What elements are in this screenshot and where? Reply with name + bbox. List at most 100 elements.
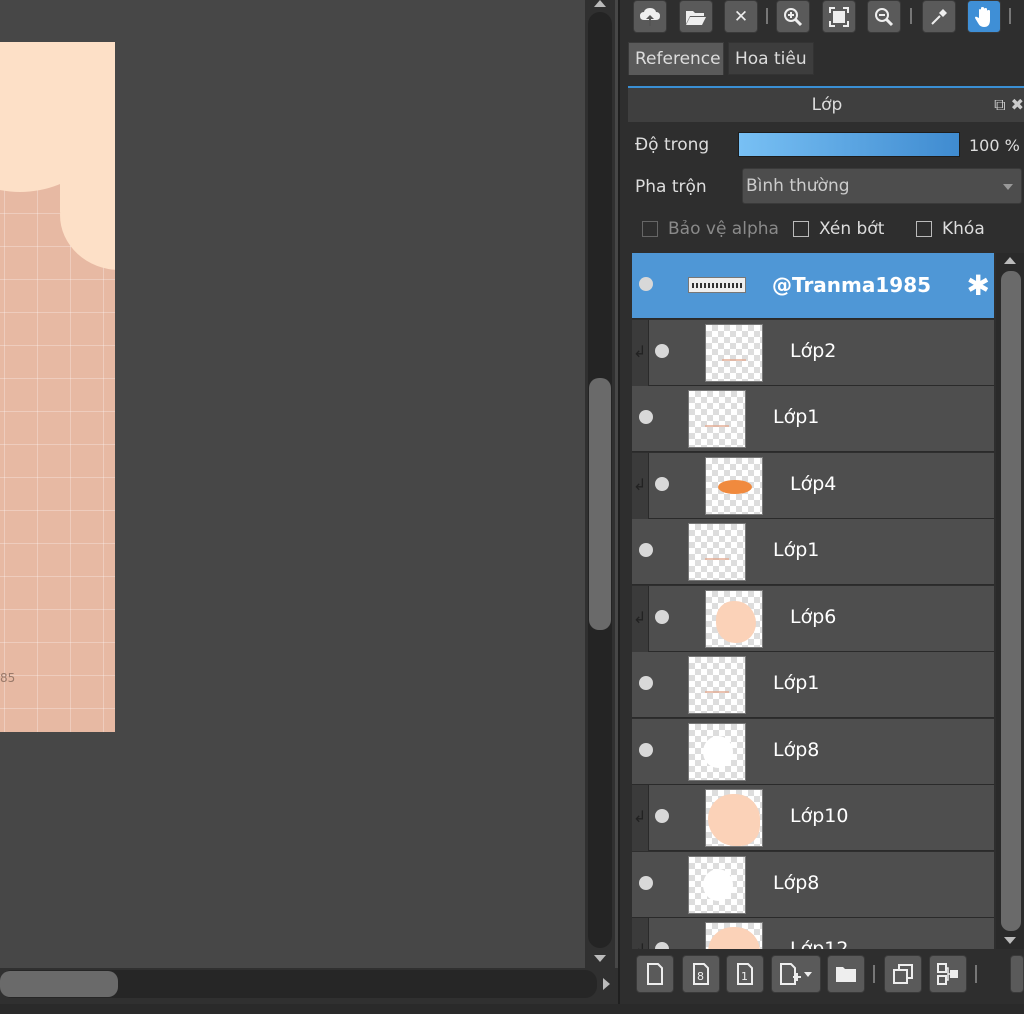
visibility-toggle-icon[interactable] bbox=[639, 875, 653, 890]
toolbar-separator bbox=[1009, 8, 1011, 24]
layer-thumbnail bbox=[705, 589, 763, 648]
scroll-up-arrow-icon[interactable] bbox=[1004, 257, 1016, 264]
layer-row[interactable]: Lớp4 bbox=[632, 452, 994, 519]
opacity-value: 100 % bbox=[969, 136, 1020, 155]
folder-open-icon[interactable] bbox=[679, 0, 713, 33]
clipping-indicator-icon bbox=[632, 452, 649, 519]
blend-mode-select[interactable]: Bình thường bbox=[742, 168, 1022, 204]
layer-thumbnail bbox=[705, 789, 763, 847]
opacity-slider[interactable] bbox=[738, 132, 960, 157]
zoom-in-icon[interactable] bbox=[776, 0, 810, 33]
layer-name: Lớp4 bbox=[790, 472, 837, 495]
clipping-label: Xén bớt bbox=[819, 219, 885, 239]
layer-name: Lớp2 bbox=[790, 339, 837, 362]
canvas-watermark-fragment: 85 bbox=[0, 671, 16, 685]
layer-row[interactable]: @Tranma1985 ✱ bbox=[632, 253, 994, 319]
layer-thumbnail bbox=[688, 722, 746, 781]
tab-navigator[interactable]: Hoa tiêu bbox=[728, 42, 814, 75]
visibility-toggle-icon[interactable] bbox=[655, 343, 669, 358]
more-tools-button[interactable] bbox=[1010, 955, 1024, 993]
cloud-upload-icon[interactable] bbox=[633, 0, 667, 33]
new-layer-icon[interactable] bbox=[636, 955, 674, 993]
layer-thumbnail bbox=[688, 656, 746, 714]
chevron-down-icon bbox=[1003, 184, 1013, 190]
fit-screen-icon[interactable] bbox=[822, 0, 856, 33]
new-layer-1bit-icon[interactable]: 1 bbox=[726, 955, 764, 993]
canvas-area[interactable]: 85 bbox=[0, 0, 583, 968]
clipping-checkbox[interactable] bbox=[793, 221, 809, 237]
layer-name: Lớp1 bbox=[773, 672, 820, 694]
scroll-up-arrow-icon[interactable] bbox=[594, 0, 606, 7]
scroll-down-arrow-icon[interactable] bbox=[594, 955, 606, 962]
visibility-toggle-icon[interactable] bbox=[639, 410, 653, 424]
clipping-indicator-icon bbox=[632, 918, 649, 949]
clipping-indicator-icon bbox=[632, 319, 649, 386]
scroll-thumb[interactable] bbox=[1001, 271, 1021, 931]
layer-list-scrollbar[interactable] bbox=[996, 253, 1024, 949]
layer-row[interactable]: Lớp10 bbox=[632, 785, 994, 851]
visibility-toggle-icon[interactable] bbox=[639, 543, 653, 557]
visibility-toggle-icon[interactable] bbox=[639, 676, 653, 690]
tab-reference[interactable]: Reference bbox=[628, 42, 724, 75]
layer-row[interactable]: Lớp8 bbox=[632, 718, 994, 785]
visibility-toggle-icon[interactable] bbox=[639, 277, 653, 291]
layer-name: Lớp10 bbox=[790, 805, 849, 827]
layer-row[interactable]: Lớp8 bbox=[632, 851, 994, 918]
lock-checkbox[interactable] bbox=[916, 221, 932, 237]
layer-row[interactable]: Lớp2 bbox=[632, 319, 994, 386]
scroll-thumb[interactable] bbox=[589, 378, 611, 630]
visibility-toggle-icon[interactable] bbox=[655, 942, 669, 949]
layer-name: Lớp1 bbox=[773, 539, 820, 561]
layer-thumbnail bbox=[705, 323, 763, 382]
layer-panel-title: Lớp bbox=[811, 95, 843, 115]
toolbar-separator bbox=[873, 965, 875, 983]
layer-row[interactable]: Lớp1 bbox=[632, 386, 994, 452]
eyedropper-icon[interactable] bbox=[922, 0, 956, 33]
svg-text:8: 8 bbox=[697, 970, 704, 983]
visibility-toggle-icon[interactable] bbox=[655, 809, 669, 823]
close-panel-icon[interactable]: ✖ bbox=[1011, 95, 1024, 114]
canvas-horizontal-scrollbar[interactable] bbox=[0, 968, 618, 1004]
gear-icon[interactable]: ✱ bbox=[967, 269, 990, 302]
layer-row[interactable]: Lớp6 bbox=[632, 585, 994, 652]
layer-thumbnail bbox=[688, 855, 746, 914]
opacity-label: Độ trong bbox=[635, 135, 710, 155]
close-icon[interactable]: ✕ bbox=[724, 0, 758, 33]
layer-row[interactable]: Lớp12 bbox=[632, 918, 994, 949]
canvas-paper[interactable]: 85 bbox=[0, 42, 115, 732]
layer-name: @Tranma1985 bbox=[772, 273, 932, 297]
add-layer-dropdown-icon[interactable] bbox=[771, 955, 821, 993]
layer-list[interactable]: @Tranma1985 ✱ Lớp2 Lớp1 Lớp4 Lớp1 Lớp6 Lớp1 Lớp8… bbox=[632, 253, 994, 949]
visibility-toggle-icon[interactable] bbox=[655, 609, 669, 624]
layer-panel-header: Lớp ⧉ ✖ bbox=[628, 86, 1024, 122]
scroll-right-arrow-icon[interactable] bbox=[603, 978, 610, 990]
canvas-vertical-scrollbar[interactable] bbox=[585, 0, 615, 968]
layer-thumbnail bbox=[688, 390, 746, 448]
layer-thumbnail bbox=[688, 277, 746, 293]
scroll-thumb[interactable] bbox=[0, 971, 118, 997]
layer-row[interactable]: Lớp1 bbox=[632, 652, 994, 718]
status-strip bbox=[0, 1004, 1024, 1014]
visibility-toggle-icon[interactable] bbox=[655, 476, 669, 491]
layer-thumbnail bbox=[705, 922, 763, 949]
toolbar-separator bbox=[910, 8, 912, 24]
scroll-down-arrow-icon[interactable] bbox=[1004, 937, 1016, 944]
layer-name: Lớp12 bbox=[790, 938, 849, 949]
new-layer-8bit-icon[interactable]: 8 bbox=[682, 955, 720, 993]
protect-alpha-checkbox[interactable] bbox=[642, 221, 658, 237]
blend-label: Pha trộn bbox=[635, 177, 707, 197]
layer-name: Lớp8 bbox=[773, 738, 820, 761]
merge-layer-icon[interactable] bbox=[929, 955, 967, 993]
visibility-toggle-icon[interactable] bbox=[639, 742, 653, 757]
clipping-indicator-icon bbox=[632, 585, 649, 652]
layer-name: Lớp1 bbox=[773, 406, 820, 428]
zoom-out-icon[interactable] bbox=[867, 0, 901, 33]
layer-row[interactable]: Lớp1 bbox=[632, 519, 994, 585]
popout-icon[interactable]: ⧉ bbox=[994, 95, 1005, 114]
layer-name: Lớp8 bbox=[773, 871, 820, 894]
blend-mode-value: Bình thường bbox=[746, 176, 850, 196]
duplicate-layer-icon[interactable] bbox=[884, 955, 922, 993]
new-folder-icon[interactable] bbox=[827, 955, 865, 993]
hand-icon[interactable] bbox=[967, 0, 1001, 33]
protect-alpha-label: Bảo vệ alpha bbox=[668, 219, 779, 239]
